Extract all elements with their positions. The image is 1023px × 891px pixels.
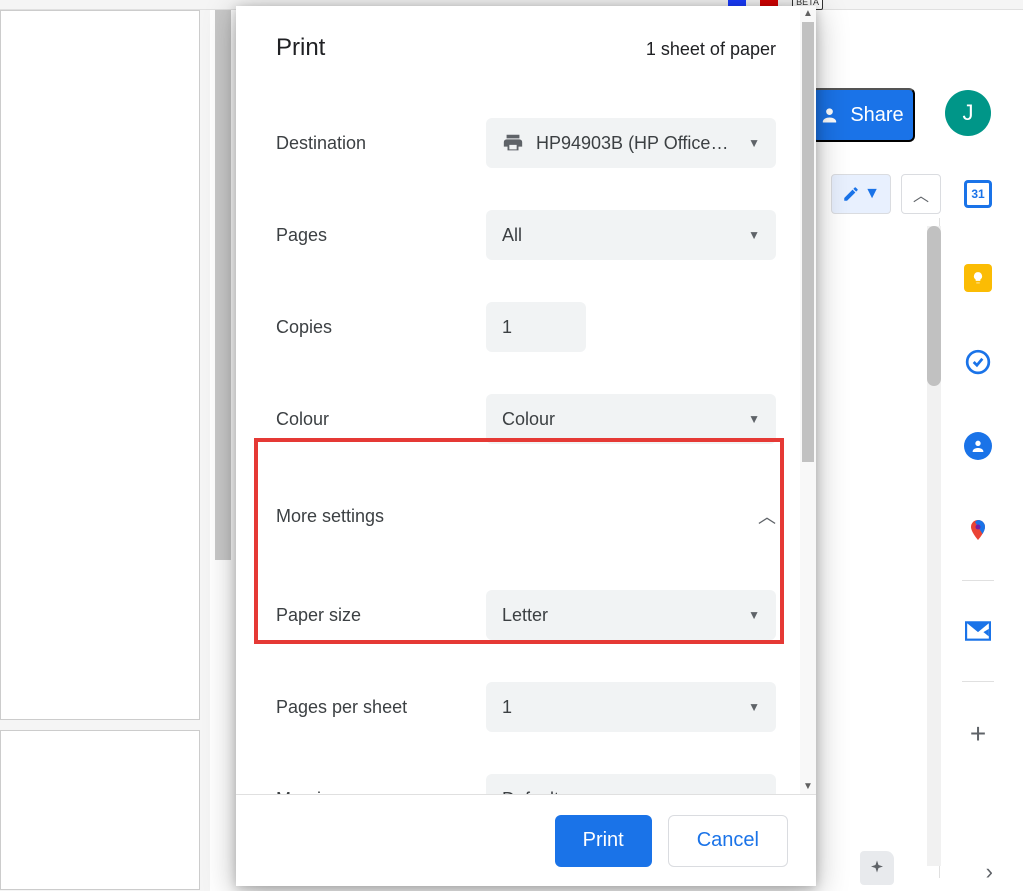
pages-per-sheet-select[interactable]: 1 ▼ — [486, 682, 776, 732]
caret-down-icon: ▼ — [748, 228, 760, 242]
margins-label: Margins — [276, 789, 486, 795]
scrollbar-thumb[interactable] — [927, 226, 941, 386]
colour-value: Colour — [502, 409, 555, 430]
document-canvas — [840, 218, 940, 878]
caret-down-icon: ▼ — [748, 136, 760, 150]
cancel-button[interactable]: Cancel — [668, 815, 788, 867]
account-avatar[interactable]: J — [945, 90, 991, 136]
paper-size-label: Paper size — [276, 605, 486, 626]
mail-icon[interactable] — [964, 617, 992, 645]
map-pin-icon — [966, 516, 990, 544]
page-thumbnail[interactable] — [0, 10, 200, 720]
contacts-icon[interactable] — [964, 432, 992, 460]
add-addon-button[interactable]: + — [970, 718, 986, 750]
caret-down-icon: ▼ — [748, 608, 760, 622]
maps-icon[interactable] — [964, 516, 992, 544]
pencil-icon — [842, 185, 860, 203]
pages-per-sheet-label: Pages per sheet — [276, 697, 486, 718]
pages-per-sheet-value: 1 — [502, 697, 512, 718]
document-scrollbar[interactable] — [927, 226, 941, 866]
copies-input[interactable] — [486, 302, 586, 352]
page-thumbnail[interactable] — [0, 730, 200, 890]
copies-label: Copies — [276, 317, 486, 338]
pages-select[interactable]: All ▼ — [486, 210, 776, 260]
divider — [962, 681, 994, 682]
print-dialog-body: ▲ ▼ Print 1 sheet of paper Destination H… — [236, 6, 816, 794]
print-button[interactable]: Print — [555, 815, 652, 867]
check-circle-icon — [965, 349, 991, 375]
divider — [962, 580, 994, 581]
paper-size-select[interactable]: Letter ▼ — [486, 590, 776, 640]
colour-select[interactable]: Colour ▼ — [486, 394, 776, 444]
chevron-up-icon: ︿ — [913, 182, 929, 206]
chevron-up-icon: ︿ — [758, 503, 776, 529]
printer-icon — [502, 132, 524, 154]
print-dialog: ▲ ▼ Print 1 sheet of paper Destination H… — [236, 6, 816, 886]
thumbnail-scrollbar[interactable] — [215, 10, 231, 560]
sheet-count: 1 sheet of paper — [646, 39, 776, 60]
thumbnail-panel — [0, 10, 210, 891]
paper-size-value: Letter — [502, 605, 548, 626]
calendar-icon[interactable]: 31 — [964, 180, 992, 208]
more-settings-label: More settings — [276, 506, 384, 527]
dialog-scrollbar[interactable]: ▲ ▼ — [800, 6, 816, 794]
caret-down-icon: ▼ — [748, 792, 760, 794]
margins-select[interactable]: Default ▼ — [486, 774, 776, 794]
lightbulb-icon — [971, 271, 985, 285]
explore-button[interactable] — [860, 851, 894, 885]
pages-label: Pages — [276, 225, 486, 246]
caret-down-icon: ▼ — [748, 412, 760, 426]
show-side-panel-button[interactable]: › — [986, 859, 993, 885]
envelope-icon — [965, 621, 991, 641]
colour-label: Colour — [276, 409, 486, 430]
person-share-icon — [822, 105, 842, 125]
scroll-up-arrow-icon[interactable]: ▲ — [803, 8, 813, 19]
collapse-toolbar-button[interactable]: ︿ — [901, 174, 941, 214]
share-label: Share — [850, 104, 903, 127]
destination-label: Destination — [276, 133, 486, 154]
dialog-title: Print — [276, 34, 325, 62]
scroll-down-arrow-icon[interactable]: ▼ — [803, 781, 813, 792]
toolbar-right: ▼ ︿ — [831, 174, 941, 214]
scrollbar-thumb[interactable] — [802, 22, 814, 462]
tasks-icon[interactable] — [964, 348, 992, 376]
side-panel-rail: 31 + — [953, 180, 1003, 750]
caret-down-icon: ▼ — [864, 185, 880, 203]
pages-value: All — [502, 225, 522, 246]
share-button[interactable]: Share — [811, 88, 915, 142]
caret-down-icon: ▼ — [748, 700, 760, 714]
destination-value: HP94903B (HP OfficeJet) — [536, 133, 736, 154]
margins-value: Default — [502, 789, 559, 795]
person-icon — [970, 438, 986, 454]
dialog-footer: Print Cancel — [236, 794, 816, 886]
destination-select[interactable]: HP94903B (HP OfficeJet) ▼ — [486, 118, 776, 168]
more-settings-toggle[interactable]: More settings ︿ — [276, 486, 776, 546]
keep-icon[interactable] — [964, 264, 992, 292]
sparkle-icon — [868, 859, 886, 877]
editing-mode-button[interactable]: ▼ — [831, 174, 891, 214]
